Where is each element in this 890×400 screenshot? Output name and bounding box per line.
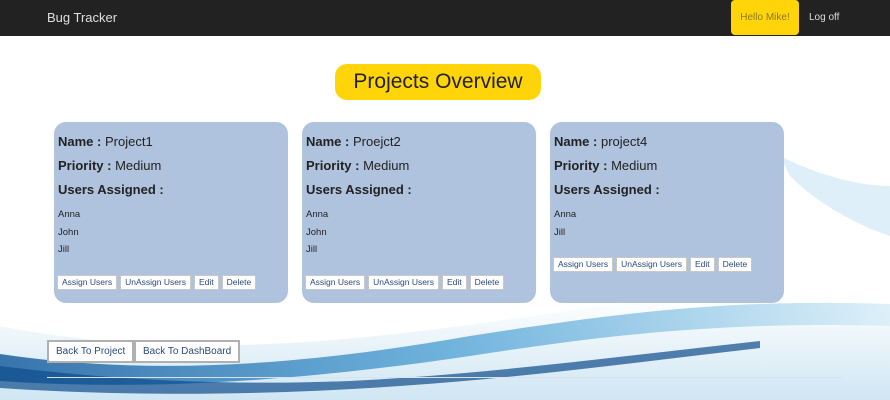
assigned-users-list: Anna John Jill (306, 206, 536, 259)
users-assigned-row: Users Assigned : (554, 178, 784, 202)
unassign-users-button[interactable]: UnAssign Users (368, 274, 440, 290)
project-priority: Medium (115, 158, 162, 173)
unassign-users-button[interactable]: UnAssign Users (120, 274, 192, 290)
navbar: Bug Tracker Hello Mike! Log off (0, 0, 890, 36)
users-assigned-label: Users Assigned : (306, 182, 412, 197)
delete-button[interactable]: Delete (221, 274, 257, 290)
assigned-user: Jill (554, 226, 566, 238)
project-name-row: Name : project4 (554, 130, 784, 154)
user-greeting-link[interactable]: Hello Mike! (731, 0, 799, 35)
card-actions: Assign Users UnAssign Users Edit Delete (553, 257, 784, 272)
assigned-user: Jill (306, 244, 318, 255)
edit-button[interactable]: Edit (442, 274, 467, 290)
project-name: project4 (600, 134, 648, 149)
name-label: Name : (58, 134, 102, 149)
delete-button[interactable]: Delete (469, 274, 505, 290)
card-actions: Assign Users UnAssign Users Edit Delete (57, 274, 288, 290)
priority-label: Priority : (554, 158, 608, 173)
project-name-row: Name : Proejct2 (306, 130, 536, 154)
assigned-user: Anna (554, 209, 577, 220)
logoff-link[interactable]: Log off (809, 12, 839, 23)
assigned-user: John (58, 226, 79, 238)
project-card: Name : Proejct2 Priority : Medium Users … (302, 122, 536, 303)
edit-button[interactable]: Edit (194, 274, 219, 290)
project-name-row: Name : Project1 (58, 130, 288, 154)
assign-users-button[interactable]: Assign Users (57, 274, 118, 290)
project-name: Proejct2 (352, 134, 401, 149)
assigned-user: John (306, 226, 327, 238)
project-priority-row: Priority : Medium (554, 154, 784, 178)
assign-users-button[interactable]: Assign Users (553, 257, 614, 272)
back-to-dashboard-button[interactable]: Back To DashBoard (134, 340, 241, 363)
priority-label: Priority : (58, 158, 112, 173)
assign-users-button[interactable]: Assign Users (305, 274, 366, 290)
users-assigned-row: Users Assigned : (306, 178, 536, 202)
delete-button[interactable]: Delete (717, 257, 753, 272)
project-priority-row: Priority : Medium (58, 154, 288, 178)
project-priority: Medium (611, 158, 658, 173)
assigned-users-list: Anna John Jill (58, 206, 288, 259)
assigned-users-list: Anna Jill (554, 206, 784, 241)
project-card: Name : project4 Priority : Medium Users … (550, 122, 784, 303)
page-title: Projects Overview (335, 64, 541, 100)
name-label: Name : (306, 134, 350, 149)
back-to-project-button[interactable]: Back To Project (47, 340, 135, 363)
edit-button[interactable]: Edit (690, 257, 715, 272)
divider (47, 377, 843, 378)
priority-label: Priority : (306, 158, 360, 173)
card-actions: Assign Users UnAssign Users Edit Delete (305, 274, 536, 290)
project-name: Project1 (104, 134, 153, 149)
project-priority: Medium (363, 158, 410, 173)
assigned-user: Anna (306, 209, 329, 220)
assigned-user: Jill (58, 244, 70, 255)
name-label: Name : (554, 134, 598, 149)
project-card: Name : Project1 Priority : Medium Users … (54, 122, 288, 303)
brand-link[interactable]: Bug Tracker (47, 10, 117, 25)
assigned-user: Anna (58, 209, 81, 220)
users-assigned-label: Users Assigned : (554, 182, 660, 197)
unassign-users-button[interactable]: UnAssign Users (616, 257, 688, 272)
project-priority-row: Priority : Medium (306, 154, 536, 178)
users-assigned-row: Users Assigned : (58, 178, 288, 202)
users-assigned-label: Users Assigned : (58, 182, 164, 197)
